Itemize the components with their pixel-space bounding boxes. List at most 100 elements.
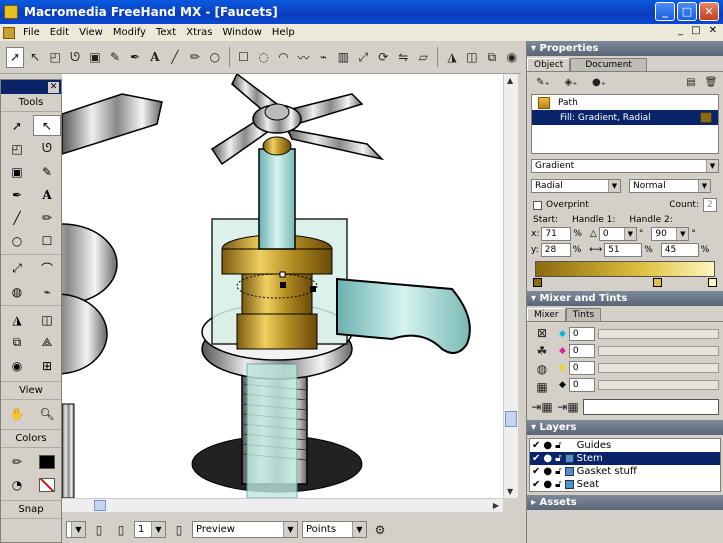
layer-color-swatch[interactable] (564, 467, 574, 476)
page-number-field[interactable]: 1 ▼ (134, 521, 166, 538)
layer-color-swatch[interactable] (564, 454, 574, 463)
fill-swatch[interactable] (700, 112, 712, 123)
tools-close-icon[interactable]: ✕ (48, 81, 59, 93)
fill-none-swatch[interactable] (33, 474, 61, 495)
handle2-angle-field[interactable]: 90 ▼ (651, 227, 690, 241)
doc-close-button[interactable]: ✕ (709, 25, 717, 36)
handle2-length-field[interactable]: 45 (660, 243, 699, 257)
scale-tool-icon[interactable]: ▣ (3, 161, 31, 182)
eye-icon[interactable]: ● (543, 479, 552, 490)
page-size-icon[interactable]: ▯ (170, 519, 188, 540)
tab-document[interactable]: Document (570, 58, 647, 71)
black-slider[interactable] (597, 379, 719, 390)
black-field[interactable]: 0 (568, 377, 595, 392)
add-stroke-icon[interactable]: ✎₊ (531, 75, 555, 89)
ellipse-tool-icon[interactable]: ○ (3, 230, 31, 251)
document-icon[interactable] (3, 26, 15, 39)
menu-xtras[interactable]: Xtras (181, 27, 217, 38)
menu-file[interactable]: File (18, 27, 45, 38)
tab-tints[interactable]: Tints (565, 308, 602, 321)
duplicate-icon[interactable]: ▤ (683, 75, 699, 89)
add-effect-icon[interactable]: ●₊ (587, 75, 611, 89)
knife-tool-icon[interactable]: ⌁ (33, 281, 61, 302)
layer-row-gasket[interactable]: ✔ ● 🔓︎ Gasket stuff (530, 465, 720, 478)
rgb-mode-icon[interactable]: ☘ (533, 343, 551, 359)
rotate-tool-icon[interactable]: ⟳ (374, 47, 392, 68)
gradient-type-dropdown[interactable]: Radial ▼ (531, 179, 621, 193)
lasso-tool-icon[interactable]: ᘎ (66, 47, 84, 68)
gradient-stop[interactable] (533, 278, 542, 287)
eye-icon[interactable]: ● (543, 466, 552, 477)
trash-icon[interactable]: 🗑︎ (703, 75, 719, 89)
menu-text[interactable]: Text (151, 27, 181, 38)
magenta-field[interactable]: 0 (568, 343, 595, 358)
layer-row-seat[interactable]: ✔ ● 🔓︎ Seat (530, 478, 720, 491)
free-transform-tool-icon[interactable]: ⤢ (3, 258, 31, 279)
chart-tool-icon[interactable]: ◉ (3, 355, 31, 376)
eye-icon[interactable]: ● (543, 453, 552, 464)
eye-icon[interactable]: ● (543, 440, 552, 451)
minimize-button[interactable]: _ (655, 2, 675, 21)
magenta-slider[interactable] (597, 345, 719, 356)
hand-tool-icon[interactable]: ✋ (3, 403, 31, 424)
list-item[interactable]: Fill: Gradient, Radial (532, 110, 718, 125)
gradient-stop[interactable] (653, 278, 662, 287)
menu-help[interactable]: Help (267, 27, 300, 38)
reflect-tool-icon[interactable]: ⇋ (394, 47, 412, 68)
envelope-tool-icon[interactable]: ◫ (33, 309, 61, 330)
arc-tool-icon[interactable]: ◠ (275, 47, 293, 68)
vertical-scroll-thumb[interactable] (505, 411, 517, 427)
lock-icon[interactable]: 🔓︎ (555, 440, 561, 451)
line-tool-icon[interactable]: ╱ (166, 47, 184, 68)
hls-mode-icon[interactable]: ◍ (533, 361, 551, 377)
fisheye-tool-icon[interactable]: ◉ (503, 47, 521, 68)
add-to-swatches-icon[interactable]: ⇥▦ (531, 399, 553, 415)
visibility-check-icon[interactable]: ✔ (532, 440, 540, 451)
lock-icon[interactable]: 🔓︎ (555, 479, 561, 490)
start-y-field[interactable]: 28 (540, 243, 571, 257)
skew-tool-icon[interactable]: ▱ (414, 47, 432, 68)
pencil-tool-icon[interactable]: ✏ (186, 47, 204, 68)
add-to-swatches-icon[interactable]: ⇥▦ (557, 399, 579, 415)
rectangle-tool-icon[interactable]: ☐ (33, 230, 61, 251)
visibility-check-icon[interactable]: ✔ (532, 479, 540, 490)
envelope-tool-icon[interactable]: ◫ (463, 47, 481, 68)
perspective-tool-icon[interactable]: ⟁ (33, 332, 61, 353)
properties-panel-header[interactable]: ▾ Properties (527, 41, 723, 56)
scroll-right-arrow-icon[interactable]: ▶ (493, 501, 499, 510)
fill-color-icon[interactable]: ◔ (3, 474, 31, 495)
mixer-panel-header[interactable]: ▾ Mixer and Tints (527, 291, 723, 306)
freeform-tool-icon[interactable]: 〰 (295, 47, 313, 68)
pointer-tool-icon[interactable]: ➚ (6, 46, 25, 68)
scale-tool-icon[interactable]: ⤢ (354, 47, 372, 68)
text-tool-icon[interactable]: A (146, 47, 164, 68)
next-page-icon[interactable]: ▯ (112, 519, 130, 540)
layer-row-stem[interactable]: ✔ ● 🔓︎ Stem (530, 452, 720, 465)
trace-tool-icon[interactable]: ▣ (86, 47, 104, 68)
yellow-slider[interactable] (597, 362, 719, 373)
knife-tool-icon[interactable]: ⌁ (314, 47, 332, 68)
hotspot-tool-icon[interactable]: ⊞ (33, 355, 61, 376)
vertical-scrollbar[interactable]: ▲ ▼ (503, 74, 518, 498)
blend-tool-icon[interactable]: ⧉ (3, 332, 31, 353)
lasso-tool-icon[interactable]: ᘎ (33, 138, 61, 159)
polygon-tool-icon[interactable]: ☐ (235, 47, 253, 68)
eraser-tool-icon[interactable]: ◍ (3, 281, 31, 302)
tab-object[interactable]: Object (527, 58, 571, 71)
stroke-color-icon[interactable]: ✏ (3, 451, 31, 472)
stroke-color-swatch[interactable] (33, 451, 61, 472)
prev-page-icon[interactable]: ▯ (90, 519, 108, 540)
layer-color-swatch[interactable] (564, 480, 574, 489)
doc-minimize-button[interactable]: _ (678, 25, 683, 36)
menu-modify[interactable]: Modify (108, 27, 151, 38)
layer-row-guides[interactable]: ✔ ● 🔓︎ Guides (530, 439, 720, 452)
menu-edit[interactable]: Edit (45, 27, 74, 38)
line-tool-icon[interactable]: ╱ (3, 207, 31, 228)
handle1-length-field[interactable]: 51 (604, 243, 643, 257)
scroll-up-arrow-icon[interactable]: ▲ (507, 76, 513, 85)
start-x-field[interactable]: 71 (541, 227, 572, 241)
cyan-field[interactable]: 0 (568, 326, 595, 341)
color-preview-well[interactable] (583, 399, 719, 415)
scroll-down-arrow-icon[interactable]: ▼ (507, 487, 513, 496)
handle1-angle-field[interactable]: 0 ▼ (598, 227, 637, 241)
